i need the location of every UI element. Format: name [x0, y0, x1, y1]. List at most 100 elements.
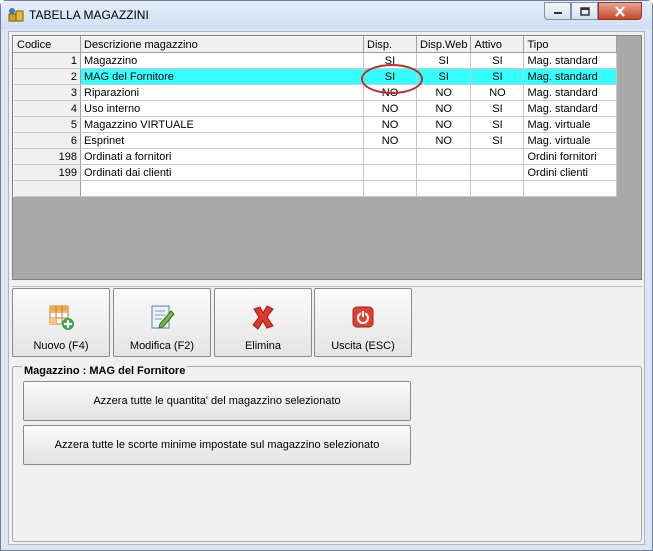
cell-description: Esprinet: [80, 132, 364, 149]
cell-code: 198: [13, 148, 81, 165]
cell-active: SI: [470, 100, 525, 117]
table-header-row: Codice Descrizione magazzino Disp. Disp.…: [13, 36, 618, 53]
col-header-description[interactable]: Descrizione magazzino: [80, 36, 364, 53]
reset-min-stock-label: Azzera tutte le scorte minime impostate …: [54, 439, 380, 451]
cell-disp: [363, 148, 417, 165]
table-row[interactable]: 5 Magazzino VIRTUALE NO NO SI Mag. virtu…: [13, 116, 618, 133]
exit-button[interactable]: Uscita (ESC): [314, 288, 412, 357]
col-header-active[interactable]: Attivo: [470, 36, 525, 53]
cell-disp: [363, 164, 417, 181]
cell-type: Mag. virtuale: [523, 132, 618, 149]
table-row[interactable]: 199 Ordinati dai clienti Ordini clienti: [13, 164, 618, 181]
col-header-disp-web[interactable]: Disp.Web: [415, 36, 472, 53]
minimize-icon: [553, 12, 562, 14]
cell-code: 4: [13, 100, 81, 117]
cell-code: 6: [13, 132, 81, 149]
col-header-type[interactable]: Tipo: [523, 36, 618, 53]
cell-code: 5: [13, 116, 81, 133]
cell-description: Magazzino VIRTUALE: [80, 116, 364, 133]
cell-description: [80, 180, 364, 197]
cell-code: [13, 180, 81, 197]
maximize-icon: [579, 6, 590, 16]
minimize-button[interactable]: [544, 2, 571, 20]
cell-type: Mag. standard: [523, 52, 618, 69]
power-icon: [352, 306, 374, 328]
cell-active: [470, 180, 525, 197]
edit-button-label: Modifica (F2): [129, 340, 195, 352]
close-button[interactable]: [598, 2, 642, 20]
group-title: Magazzino : MAG del Fornitore: [22, 365, 188, 377]
cell-description: Uso interno: [80, 100, 364, 117]
client-area: Codice Descrizione magazzino Disp. Disp.…: [8, 31, 645, 545]
cell-disp: NO: [363, 132, 417, 149]
reset-quantities-label: Azzera tutte le quantita' del magazzino …: [93, 395, 341, 407]
cell-code: 199: [13, 164, 81, 181]
cell-disp-web: NO: [416, 100, 472, 117]
table-row[interactable]: 6 Esprinet NO NO SI Mag. virtuale: [13, 132, 618, 149]
warehouse-grid[interactable]: Codice Descrizione magazzino Disp. Disp.…: [12, 35, 642, 280]
cell-active: SI: [470, 68, 525, 85]
col-header-disp[interactable]: Disp.: [363, 36, 417, 53]
cell-active: [470, 164, 525, 181]
cell-type: Ordini clienti: [523, 164, 618, 181]
cell-active: [470, 148, 525, 165]
add-grid-icon: [49, 305, 74, 330]
title-bar[interactable]: TABELLA MAGAZZINI: [1, 1, 652, 29]
cell-disp: [363, 180, 417, 197]
cell-type: Mag. virtuale: [523, 116, 618, 133]
table-row[interactable]: 3 Riparazioni NO NO NO Mag. standard: [13, 84, 618, 101]
cell-active: SI: [470, 132, 525, 149]
cell-disp-web: SI: [416, 68, 472, 85]
main-window: TABELLA MAGAZZINI Codice Descrizione mag…: [0, 0, 653, 551]
cell-description: Riparazioni: [80, 84, 364, 101]
cell-type: Mag. standard: [523, 84, 618, 101]
cell-disp: NO: [363, 84, 417, 101]
table-row[interactable]: 4 Uso interno NO NO SI Mag. standard: [13, 100, 618, 117]
reset-quantities-button[interactable]: Azzera tutte le quantita' del magazzino …: [23, 381, 411, 421]
cell-code: 2: [13, 68, 81, 85]
cell-description: Ordinati dai clienti: [80, 164, 364, 181]
table-row-empty[interactable]: [13, 180, 618, 197]
exit-button-label: Uscita (ESC): [331, 340, 395, 352]
cell-type: Ordini fornitori: [523, 148, 618, 165]
reset-min-stock-button[interactable]: Azzera tutte le scorte minime impostate …: [23, 425, 411, 465]
cell-disp: NO: [363, 100, 417, 117]
cell-type: [523, 180, 618, 197]
cell-disp-web: SI: [416, 52, 472, 69]
cell-disp: SI: [363, 68, 417, 85]
close-icon: [615, 5, 625, 17]
cell-disp-web: NO: [416, 116, 472, 133]
cell-disp-web: NO: [416, 132, 472, 149]
cell-disp-web: [416, 164, 472, 181]
new-button-label: Nuovo (F4): [33, 340, 89, 352]
cell-type: Mag. standard: [523, 68, 618, 85]
cell-type: Mag. standard: [523, 100, 618, 117]
warehouse-table: Codice Descrizione magazzino Disp. Disp.…: [13, 36, 618, 197]
edit-document-icon: [151, 305, 175, 329]
cell-active: SI: [470, 116, 525, 133]
toolbar: Nuovo (F4) Modifica (F2) Elimina Uscita …: [12, 286, 642, 357]
cell-code: 1: [13, 52, 81, 69]
cell-description: MAG del Fornitore: [80, 68, 364, 85]
cell-code: 3: [13, 84, 81, 101]
cell-description: Ordinati a fornitori: [80, 148, 364, 165]
new-button[interactable]: Nuovo (F4): [12, 288, 110, 357]
delete-button[interactable]: Elimina: [214, 288, 312, 357]
col-header-code[interactable]: Codice: [13, 36, 81, 53]
red-x-icon: [252, 305, 274, 330]
cell-disp-web: [416, 148, 472, 165]
cell-disp-web: [416, 180, 472, 197]
warehouse-icon: [8, 8, 24, 22]
table-row-selected[interactable]: 2 MAG del Fornitore SI SI SI Mag. standa…: [13, 68, 618, 85]
delete-button-label: Elimina: [244, 340, 282, 352]
table-row[interactable]: 198 Ordinati a fornitori Ordini fornitor…: [13, 148, 618, 165]
window-title: TABELLA MAGAZZINI: [29, 8, 149, 22]
cell-disp-web: NO: [416, 84, 472, 101]
edit-button[interactable]: Modifica (F2): [113, 288, 211, 357]
warehouse-actions-group: Magazzino : MAG del Fornitore Azzera tut…: [12, 365, 642, 542]
cell-disp: SI: [363, 52, 417, 69]
maximize-button[interactable]: [571, 2, 598, 20]
cell-description: Magazzino: [80, 52, 364, 69]
table-row[interactable]: 1 Magazzino SI SI SI Mag. standard: [13, 52, 618, 69]
cell-active: NO: [470, 84, 525, 101]
